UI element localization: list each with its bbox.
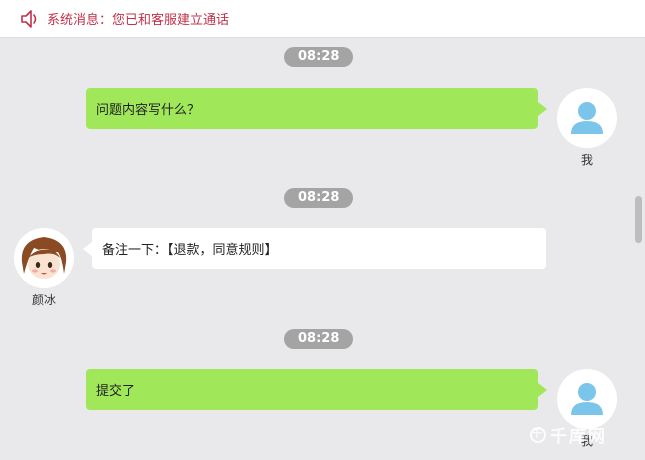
agent-avatar[interactable] — [14, 228, 74, 288]
outgoing-message-bubble[interactable]: 提交了 — [86, 369, 547, 410]
system-message-label: 系统消息 — [47, 13, 100, 28]
user-silhouette-icon — [571, 383, 603, 415]
user-silhouette-icon — [571, 102, 603, 134]
user-avatar[interactable] — [557, 88, 617, 148]
system-message-text: 您已和客服建立通话 — [112, 13, 230, 28]
watermark-logo-icon: 千 — [530, 426, 546, 443]
sender-name: 我 — [580, 153, 593, 167]
agent-cartoon-avatar-icon — [16, 230, 72, 286]
user-avatar[interactable] — [557, 369, 617, 429]
watermark: 千 千库网 — [530, 422, 607, 447]
timestamp: 08:28 — [284, 188, 354, 208]
incoming-message-bubble[interactable]: 备注一下：【退款，同意规则】 — [83, 228, 546, 269]
timestamp: 08:28 — [284, 329, 354, 349]
watermark-text: 千库网 — [550, 427, 607, 447]
system-message-separator: ： — [99, 13, 113, 28]
outgoing-message-bubble[interactable]: 问题内容写什么？ — [86, 88, 547, 129]
scrollbar-thumb[interactable] — [635, 196, 642, 243]
speaker-icon — [21, 9, 37, 28]
sender-name: 颜冰 — [31, 293, 56, 307]
system-message-bar: 系统消息 ： 您已和客服建立通话 — [0, 0, 645, 38]
timestamp: 08:28 — [284, 47, 354, 67]
